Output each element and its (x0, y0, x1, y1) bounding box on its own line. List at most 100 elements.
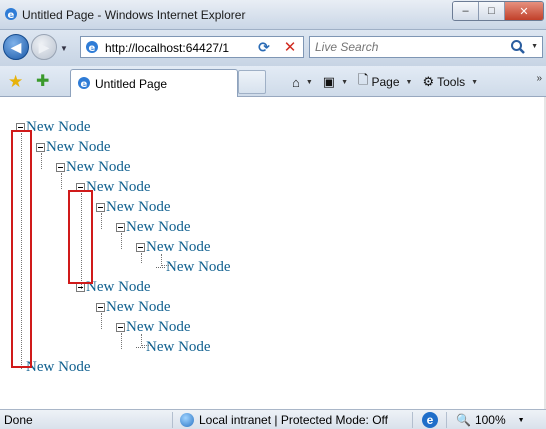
tree-node[interactable]: New Node (116, 317, 191, 337)
zoom-magnifier-icon: 🔍 (456, 413, 471, 427)
home-button[interactable]: ⌂ ▼ (288, 71, 317, 93)
minimize-button[interactable]: – (453, 2, 479, 20)
tree-node-label[interactable]: New Node (126, 319, 191, 336)
page-icon: e (86, 41, 98, 54)
security-zone[interactable]: Local intranet | Protected Mode: Off (180, 413, 388, 427)
tree-connector-line (101, 313, 102, 329)
back-button[interactable]: ◀ (3, 34, 29, 60)
tree-view: New Node New Node New Node New Node New Node… (0, 97, 546, 409)
tree-connector-elbow (141, 334, 151, 346)
title-bar: e Untitled Page - Windows Internet Explo… (0, 0, 546, 30)
window-controls: – □ ✕ (452, 1, 544, 21)
tools-menu[interactable]: ⚙ Tools ▼ (418, 71, 482, 93)
intranet-globe-icon (180, 413, 194, 427)
tree-connector-line (121, 233, 122, 249)
add-favorites-icon[interactable]: ✚ (36, 73, 54, 91)
collapse-toggle-icon[interactable] (116, 222, 125, 232)
collapse-toggle-icon[interactable] (116, 322, 125, 332)
zoom-level: 100% (474, 413, 506, 427)
status-divider (446, 412, 447, 428)
svg-text:e: e (8, 10, 15, 21)
window-title: Untitled Page - Windows Internet Explore… (22, 8, 246, 22)
tree-connector-line (141, 253, 142, 263)
collapse-toggle-icon[interactable] (96, 302, 105, 312)
home-dropdown-icon[interactable]: ▼ (306, 79, 313, 86)
tree-connector-line (101, 213, 102, 229)
stop-icon: ✕ (283, 39, 297, 56)
security-zone-text: Local intranet | Protected Mode: Off (199, 413, 388, 427)
tree-node-label[interactable]: New Node (46, 139, 111, 156)
tab-untitled-page[interactable]: e Untitled Page (70, 69, 238, 97)
tree-node-label[interactable]: New Node (26, 119, 91, 136)
page-icon: 🗋 (358, 72, 369, 87)
page-menu-label: Page (371, 75, 400, 89)
home-icon: ⌂ (292, 74, 300, 90)
page-menu[interactable]: 🗋 Page ▼ (354, 71, 416, 93)
print-button[interactable]: ▣ ▼ (319, 71, 352, 93)
status-divider (172, 412, 173, 428)
search-icon[interactable] (510, 39, 526, 55)
highlight-box (11, 130, 32, 368)
search-input[interactable] (310, 37, 510, 57)
tools-menu-label: Tools (437, 75, 466, 89)
command-bar: ⌂ ▼ ▣ ▼ 🗋 Page ▼ ⚙ Tools ▼ (288, 71, 482, 93)
svg-text:e: e (89, 43, 96, 54)
tree-connector (136, 346, 145, 348)
tree-node-label[interactable]: New Node (66, 159, 131, 176)
address-url[interactable]: http://localhost:64427/1 (105, 41, 273, 55)
tree-node[interactable]: New Node (96, 297, 171, 317)
tree-connector-line (41, 153, 42, 169)
zoom-control[interactable]: 🔍 100% ▼ (456, 413, 525, 427)
zoom-dropdown-icon: ▼ (517, 416, 525, 424)
collapse-toggle-icon[interactable] (96, 202, 105, 212)
print-dropdown-icon[interactable]: ▼ (341, 79, 348, 86)
address-row: ◀ ▶ ▼ e http://localhost:64427/1 ⟳ ✕ ▼ (0, 30, 546, 66)
tree-node[interactable]: New Node (96, 197, 171, 217)
close-button[interactable]: ✕ (505, 2, 543, 20)
refresh-button[interactable]: ⟳ (252, 36, 276, 58)
protected-mode-icon[interactable]: e (422, 412, 438, 428)
chevron-more-icon[interactable]: » (536, 73, 542, 84)
tree-connector (156, 266, 165, 268)
tree-node-label[interactable]: New Node (146, 239, 211, 256)
stop-button[interactable]: ✕ (278, 36, 302, 58)
back-arrow-icon: ◀ (10, 38, 22, 55)
tools-dropdown-icon: ▼ (471, 78, 479, 86)
forward-arrow-icon: ▶ (38, 38, 50, 55)
page-content: New Node New Node New Node New Node New Node… (0, 97, 546, 409)
svg-text:e: e (81, 79, 88, 90)
search-box: ▼ (309, 36, 543, 58)
collapse-toggle-icon[interactable] (136, 242, 145, 252)
printer-icon: ▣ (322, 74, 336, 89)
tree-node[interactable]: New Node (56, 157, 131, 177)
collapse-toggle-icon[interactable] (56, 162, 65, 172)
status-divider (412, 412, 413, 428)
tree-node-label[interactable]: New Node (126, 219, 191, 236)
tree-node-label[interactable]: New Node (26, 359, 91, 376)
tree-node-label[interactable]: New Node (106, 199, 171, 216)
tree-connector-line (121, 333, 122, 349)
collapse-toggle-icon[interactable] (36, 142, 45, 152)
page-dropdown-icon: ▼ (405, 78, 413, 86)
tree-node-label[interactable]: New Node (146, 339, 211, 356)
favorites-star-icon[interactable]: ★ (8, 73, 26, 91)
gear-icon: ⚙ (422, 74, 435, 89)
tree-connector-elbow (161, 254, 171, 266)
tab-row: ★ ✚ e Untitled Page ⌂ ▼ ▣ ▼ 🗋 Page ▼ ⚙ Too… (0, 66, 546, 97)
refresh-icon: ⟳ (258, 38, 270, 55)
tree-node[interactable]: New Node (116, 217, 191, 237)
maximize-button[interactable]: □ (479, 2, 505, 20)
highlight-box (68, 190, 93, 284)
recent-pages-dropdown-icon[interactable]: ▼ (60, 44, 68, 53)
tab-label: Untitled Page (95, 77, 168, 91)
tree-node-label[interactable]: New Node (86, 279, 151, 296)
status-bar: Done Local intranet | Protected Mode: Of… (0, 409, 546, 429)
tree-node-label[interactable]: New Node (106, 299, 171, 316)
forward-button[interactable]: ▶ (31, 34, 57, 60)
tree-node[interactable]: New Node (136, 237, 211, 257)
tree-node-label[interactable]: New Node (166, 259, 231, 276)
tree-node[interactable]: New Node (36, 137, 111, 157)
tree-node-label[interactable]: New Node (86, 179, 151, 196)
search-options-dropdown-icon[interactable]: ▼ (531, 43, 538, 50)
new-tab-button[interactable] (238, 70, 266, 94)
